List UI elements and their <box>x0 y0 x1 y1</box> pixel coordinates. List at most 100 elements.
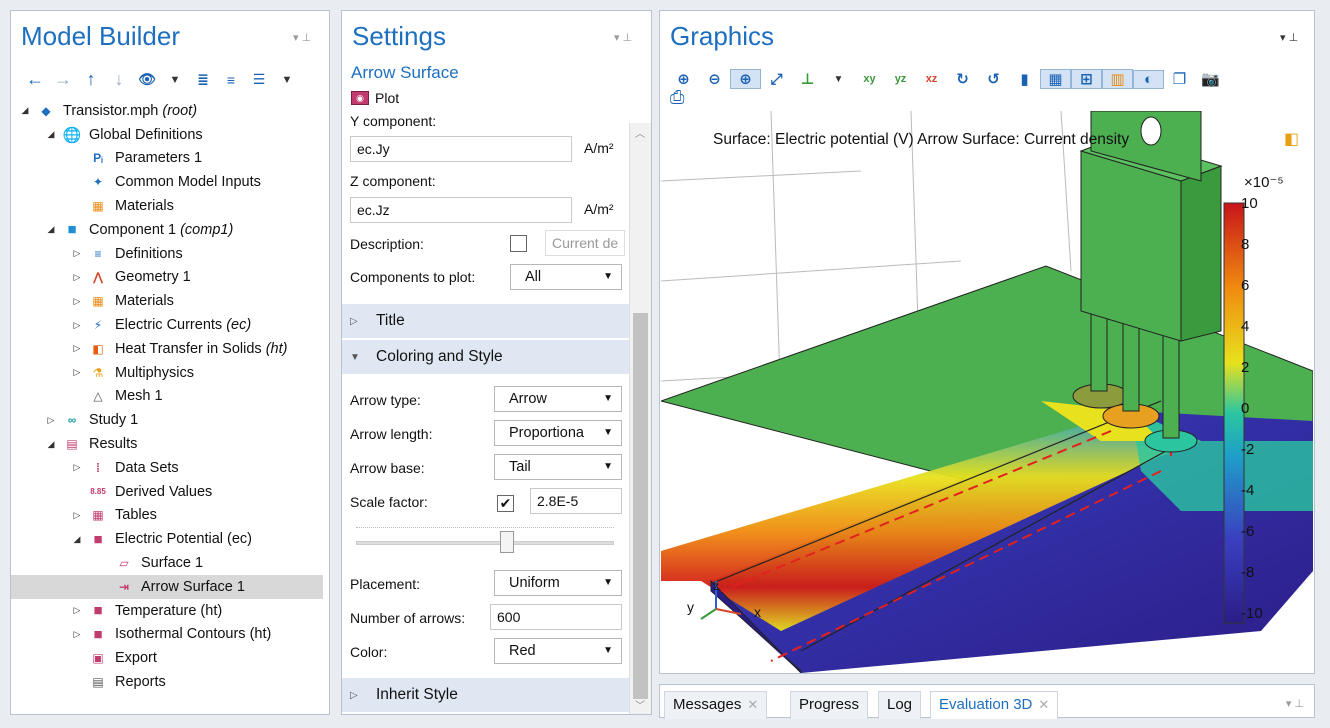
description-field[interactable]: Current de <box>545 230 625 256</box>
color-select[interactable]: Red ▼ <box>494 638 622 664</box>
scene-light-icon[interactable]: ▮ <box>1009 70 1040 88</box>
print-icon[interactable]: ⎙ <box>670 87 684 108</box>
panel-menu-icon[interactable]: ▾ ⊥ <box>614 31 632 44</box>
number-of-arrows-field[interactable]: 600 <box>490 604 622 630</box>
panel-menu-icon[interactable]: ▾ ⊥ <box>293 31 311 44</box>
expand-triangle-icon[interactable]: ▷ <box>71 272 83 283</box>
scroll-up-icon[interactable]: ︿ <box>635 125 645 140</box>
tab-progress[interactable]: Progress <box>790 691 869 719</box>
expand-triangle-icon[interactable]: ▷ <box>71 510 83 521</box>
tree-item-export[interactable]: ▣ Export <box>19 646 323 670</box>
tree-item-data-sets[interactable]: ▷ ⁞ Data Sets <box>19 456 323 480</box>
expand-triangle-icon[interactable]: ▷ <box>45 415 57 426</box>
view-dropdown-icon[interactable]: ▼ <box>823 74 854 85</box>
grid-icon[interactable]: ⊞ <box>1071 69 1102 89</box>
tree-item-heat-transfer[interactable]: ▷ ◧ Heat Transfer in Solids (ht) <box>19 337 323 361</box>
back-arrow-icon[interactable]: ← <box>21 69 49 90</box>
settings-scrollbar[interactable]: ︿ ﹀ <box>629 123 651 714</box>
tree-item-multiphysics[interactable]: ▷ ⚗ Multiphysics <box>19 361 323 385</box>
expand-triangle-icon[interactable]: ▷ <box>71 343 83 354</box>
collapse-triangle-icon[interactable]: ◢ <box>45 129 57 140</box>
close-icon[interactable]: ✕ <box>1038 697 1049 712</box>
placement-select[interactable]: Uniform ▼ <box>494 570 622 596</box>
go-to-default-view-icon[interactable]: ⊥ <box>792 70 823 88</box>
arrow-base-select[interactable]: Tail ▼ <box>494 454 622 480</box>
rotate-left-icon[interactable]: ↻ <box>947 70 978 88</box>
collapse-triangle-icon[interactable]: ◢ <box>71 534 83 545</box>
zoom-box-icon[interactable]: ⊕ <box>730 69 761 89</box>
collapse-all-icon[interactable]: ≣ <box>189 71 217 88</box>
tree-item-reports[interactable]: ▤ Reports <box>19 670 323 694</box>
view-options-icon[interactable]: ☰ <box>245 71 273 88</box>
tab-evaluation-3d[interactable]: Evaluation 3D ✕ <box>930 691 1059 719</box>
legend-icon[interactable]: ▥ <box>1102 69 1133 89</box>
forward-arrow-icon[interactable]: → <box>49 69 77 90</box>
close-icon[interactable]: ✕ <box>747 697 758 712</box>
scrollbar-thumb[interactable] <box>633 313 648 699</box>
tree-item-global-definitions[interactable]: ◢ 🌐 Global Definitions <box>19 123 323 147</box>
tab-messages[interactable]: Messages ✕ <box>664 691 768 719</box>
show-icon[interactable]: 👁 <box>133 71 161 88</box>
collapse-triangle-icon[interactable]: ◢ <box>45 439 57 450</box>
scale-factor-slider[interactable] <box>356 523 614 563</box>
tree-item-results[interactable]: ◢ ▤ Results <box>19 432 323 456</box>
scene-navigation-icon[interactable]: ◧ <box>1284 129 1299 149</box>
components-to-plot-select[interactable]: All ▼ <box>510 264 622 290</box>
description-checkbox[interactable] <box>510 235 527 252</box>
scroll-down-icon[interactable]: ﹀ <box>635 697 645 712</box>
zoom-in-icon[interactable]: ⊕ <box>668 70 699 88</box>
tree-item-parameters[interactable]: Pᵢ Parameters 1 <box>19 147 323 171</box>
zoom-out-icon[interactable]: ⊖ <box>699 70 730 88</box>
arrow-length-select[interactable]: Proportiona ▼ <box>494 420 622 446</box>
expand-triangle-icon[interactable]: ▷ <box>71 320 83 331</box>
tree-item-derived-values[interactable]: 8.85 Derived Values <box>19 480 323 504</box>
tree-item-tables[interactable]: ▷ ▦ Tables <box>19 504 323 528</box>
expand-all-icon[interactable]: ≡ <box>217 72 245 88</box>
tree-item-electric-currents[interactable]: ▷ ⚡ Electric Currents (ec) <box>19 313 323 337</box>
tree-item-isothermal-contours[interactable]: ▷ ■ Isothermal Contours (ht) <box>19 623 323 647</box>
y-component-field[interactable]: ec.Jy <box>350 136 572 162</box>
view-yz-icon[interactable]: yz <box>885 73 916 85</box>
expand-triangle-icon[interactable]: ▷ <box>71 296 83 307</box>
view-options-dropdown-icon[interactable]: ▼ <box>273 74 301 86</box>
view-xz-icon[interactable]: xz <box>916 73 947 85</box>
tree-item-mesh[interactable]: △ Mesh 1 <box>19 385 323 409</box>
camera-icon[interactable]: 📷 <box>1195 70 1226 88</box>
z-component-field[interactable]: ec.Jz <box>350 197 572 223</box>
tab-log[interactable]: Log <box>878 691 922 719</box>
tree-item-temperature[interactable]: ▷ ■ Temperature (ht) <box>19 599 323 623</box>
zoom-extents-icon[interactable]: ⤢ <box>761 71 792 88</box>
wireframe-icon[interactable]: ▦ <box>1040 69 1071 89</box>
tree-item-definitions[interactable]: ▷ ≡ Definitions <box>19 242 323 266</box>
tree-item-surface[interactable]: ▱ Surface 1 <box>19 551 323 575</box>
arrow-type-select[interactable]: Arrow ▼ <box>494 386 622 412</box>
tree-item-electric-potential[interactable]: ◢ ■ Electric Potential (ec) <box>19 527 323 551</box>
tree-item-global-materials[interactable]: ▦ Materials <box>19 194 323 218</box>
section-title[interactable]: ▷ Title <box>342 304 629 338</box>
tree-item-common-model-inputs[interactable]: ✦ Common Model Inputs <box>19 170 323 194</box>
tree-item-arrow-surface[interactable]: ⇥ Arrow Surface 1 <box>11 574 323 599</box>
scale-factor-checkbox[interactable]: ✔ <box>497 495 514 512</box>
headlight-icon[interactable]: ◐ <box>1133 69 1164 89</box>
collapse-triangle-icon[interactable]: ◢ <box>19 105 31 116</box>
tree-item-study[interactable]: ▷ ∞ Study 1 <box>19 408 323 432</box>
expand-triangle-icon[interactable]: ▷ <box>71 248 83 259</box>
graphics-canvas[interactable]: Surface: Electric potential (V) Arrow Su… <box>661 111 1313 673</box>
move-up-icon[interactable]: ↑ <box>77 69 105 90</box>
panel-menu-icon[interactable]: ▾ ⊥ <box>1280 31 1298 44</box>
tree-item-component[interactable]: ◢ ■ Component 1 (comp1) <box>19 218 323 242</box>
collapse-triangle-icon[interactable]: ◢ <box>45 224 57 235</box>
scale-factor-field[interactable]: 2.8E-5 <box>530 488 622 514</box>
slider-thumb[interactable] <box>500 531 514 553</box>
section-coloring-and-style[interactable]: ▼ Coloring and Style <box>342 340 629 374</box>
rotate-right-icon[interactable]: ↺ <box>978 70 1009 88</box>
expand-triangle-icon[interactable]: ▷ <box>71 629 83 640</box>
tree-item-root[interactable]: ◢ ◆ Transistor.mph (root) <box>19 99 323 123</box>
expand-triangle-icon[interactable]: ▷ <box>71 462 83 473</box>
panel-menu-icon[interactable]: ▾ ⊥ <box>1286 697 1304 710</box>
plot-button[interactable]: ◉ Plot <box>351 90 399 106</box>
expand-triangle-icon[interactable]: ▷ <box>71 605 83 616</box>
move-down-icon[interactable]: ↓ <box>105 69 133 90</box>
expand-icon[interactable]: ▼ <box>161 74 189 86</box>
expand-triangle-icon[interactable]: ▷ <box>71 367 83 378</box>
